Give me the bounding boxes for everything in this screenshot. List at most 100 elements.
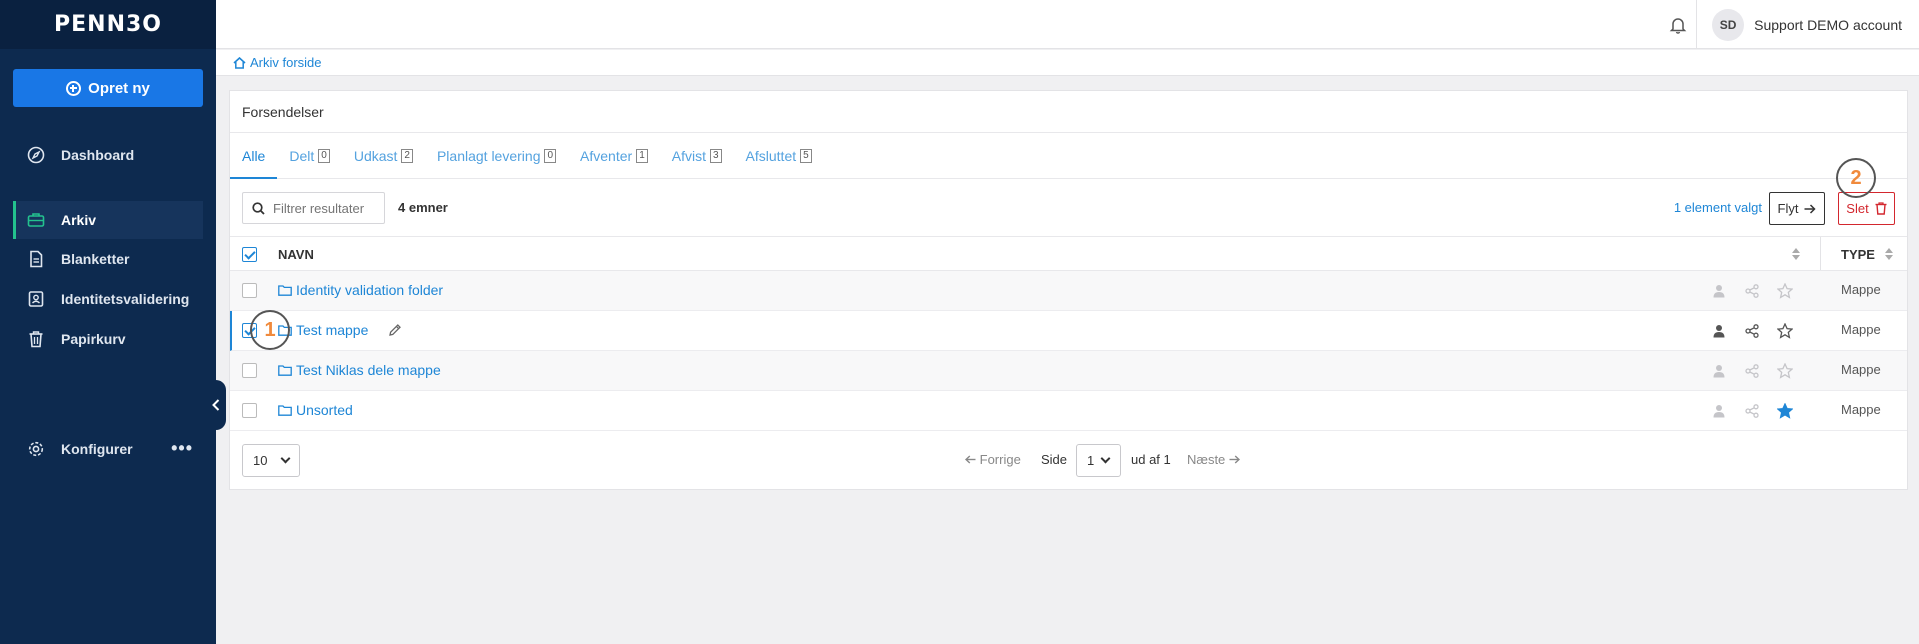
tab-count-badge: 3 <box>709 148 722 163</box>
row-actions <box>1710 322 1794 340</box>
row-name-link[interactable]: Test Niklas dele mappe <box>296 362 441 378</box>
filter-input[interactable] <box>273 200 383 216</box>
tab-alle[interactable]: Alle <box>229 133 278 179</box>
column-header-type[interactable]: TYPE <box>1841 247 1875 262</box>
account-menu[interactable]: SD Support DEMO account <box>1712 9 1902 41</box>
trash-icon <box>1875 202 1887 215</box>
share-icon[interactable] <box>1743 362 1761 380</box>
folder-icon <box>278 285 292 296</box>
tab-count-badge: 0 <box>318 148 330 163</box>
row-type: Mappe <box>1841 282 1881 297</box>
arrow-right-icon <box>1229 455 1240 464</box>
user-icon[interactable] <box>1710 362 1728 380</box>
user-icon[interactable] <box>1710 282 1728 300</box>
create-new-label: Opret ny <box>88 79 150 97</box>
star-icon[interactable] <box>1776 282 1794 300</box>
select-all-checkbox[interactable] <box>242 247 257 262</box>
status-tabs: Alle Delt 0 Udkast 2 Planlagt levering 0… <box>229 133 1907 179</box>
row-checkbox[interactable] <box>242 403 257 418</box>
page-size-select[interactable]: 10 <box>242 444 300 477</box>
sort-icon[interactable] <box>1885 248 1893 260</box>
tab-label: Delt <box>289 147 315 164</box>
page-of-label: ud af 1 <box>1131 452 1171 467</box>
row-name-link[interactable]: Test mappe <box>296 322 368 338</box>
share-icon[interactable] <box>1743 282 1761 300</box>
sidebar-item-konfigurer[interactable]: Konfigurer ••• <box>13 430 203 468</box>
row-checkbox[interactable] <box>242 363 257 378</box>
step-marker-1: 1 <box>250 310 290 350</box>
chevron-left-icon <box>212 399 220 411</box>
page-select[interactable]: 1 <box>1076 444 1121 477</box>
row-type: Mappe <box>1841 402 1881 417</box>
table-row[interactable]: Unsorted Mappe <box>230 391 1907 431</box>
breadcrumb-link-home[interactable]: Arkiv forside <box>250 55 322 70</box>
pagination: 10 Forrige Side 1 ud af 1 Næste <box>230 431 1907 491</box>
bell-icon[interactable] <box>1669 16 1687 34</box>
sidebar-item-label: Identitetsvalidering <box>61 291 190 307</box>
pencil-icon[interactable] <box>388 323 402 340</box>
page-label: Side <box>1041 452 1068 467</box>
selected-count: 1 element valgt <box>1673 200 1762 215</box>
share-icon[interactable] <box>1743 322 1761 340</box>
next-page-button[interactable]: Næste <box>1187 452 1240 467</box>
star-icon[interactable] <box>1776 322 1794 340</box>
column-divider <box>1820 237 1821 270</box>
tab-afvist[interactable]: Afvist 3 <box>672 133 722 178</box>
gear-icon <box>27 440 45 458</box>
avatar: SD <box>1712 9 1745 41</box>
sort-icon[interactable] <box>1792 248 1800 260</box>
user-icon[interactable] <box>1710 402 1728 420</box>
tab-label: Planlagt levering <box>436 147 541 164</box>
more-options-button[interactable]: ••• <box>171 438 193 459</box>
star-icon[interactable] <box>1776 362 1794 380</box>
tab-delt[interactable]: Delt 0 <box>289 133 330 178</box>
row-checkbox[interactable] <box>242 283 257 298</box>
prev-page-button[interactable]: Forrige <box>964 452 1021 467</box>
star-filled-icon[interactable] <box>1776 402 1794 420</box>
sidebar-item-label: Dashboard <box>61 147 135 163</box>
sidebar-item-identitetsvalidering[interactable]: Identitetsvalidering <box>13 280 203 318</box>
tab-label: Udkast <box>353 147 398 164</box>
tab-udkast[interactable]: Udkast 2 <box>354 133 413 178</box>
tab-count-badge: 2 <box>401 148 413 163</box>
create-new-button[interactable]: Opret ny <box>13 69 203 107</box>
folder-icon <box>278 365 292 376</box>
column-header-name[interactable]: NAVN <box>278 247 314 262</box>
delete-label: Slet <box>1846 201 1869 216</box>
folder-icon <box>278 405 292 416</box>
home-icon <box>233 56 246 69</box>
row-name-link[interactable]: Unsorted <box>296 402 353 418</box>
table-row[interactable]: Test Niklas dele mappe Mappe <box>230 351 1907 391</box>
arrow-right-icon <box>1804 203 1817 214</box>
user-icon[interactable] <box>1710 322 1728 340</box>
prev-page-label: Forrige <box>979 452 1021 467</box>
next-page-label: Næste <box>1187 452 1226 467</box>
tab-count-badge: 1 <box>636 148 648 163</box>
share-icon[interactable] <box>1743 402 1761 420</box>
logo[interactable]: PENN3O <box>54 12 162 37</box>
delete-button[interactable]: Slet <box>1838 192 1895 225</box>
sidebar-item-blanketter[interactable]: Blanketter <box>13 240 203 278</box>
card-title: Forsendelser <box>230 91 1907 133</box>
id-badge-icon <box>27 290 45 308</box>
arrow-left-icon <box>964 455 976 464</box>
table-row[interactable]: Identity validation folder Mappe <box>230 271 1907 311</box>
page-size-value: 10 <box>253 453 268 468</box>
row-name-link[interactable]: Identity validation folder <box>296 282 443 298</box>
filter-box[interactable] <box>242 192 385 224</box>
breadcrumb: Arkiv forside <box>216 50 1919 76</box>
sidebar-item-arkiv[interactable]: Arkiv <box>13 201 203 239</box>
tab-label: Afvist <box>671 147 706 164</box>
row-actions <box>1710 362 1794 380</box>
tab-afventer[interactable]: Afventer 1 <box>580 133 648 178</box>
sidebar-item-papirkurv[interactable]: Papirkurv <box>13 320 203 358</box>
table-row[interactable]: Test mappe Mappe <box>230 311 1907 351</box>
sidebar-item-label: Arkiv <box>61 212 97 228</box>
tab-label: Afsluttet <box>745 147 797 164</box>
collapse-sidebar-button[interactable] <box>206 380 226 430</box>
sidebar-item-dashboard[interactable]: Dashboard <box>13 136 203 174</box>
tab-planlagt-levering[interactable]: Planlagt levering 0 <box>436 133 557 178</box>
page-value: 1 <box>1087 453 1095 468</box>
move-button[interactable]: Flyt <box>1769 192 1825 225</box>
tab-afsluttet[interactable]: Afsluttet 5 <box>746 133 812 178</box>
